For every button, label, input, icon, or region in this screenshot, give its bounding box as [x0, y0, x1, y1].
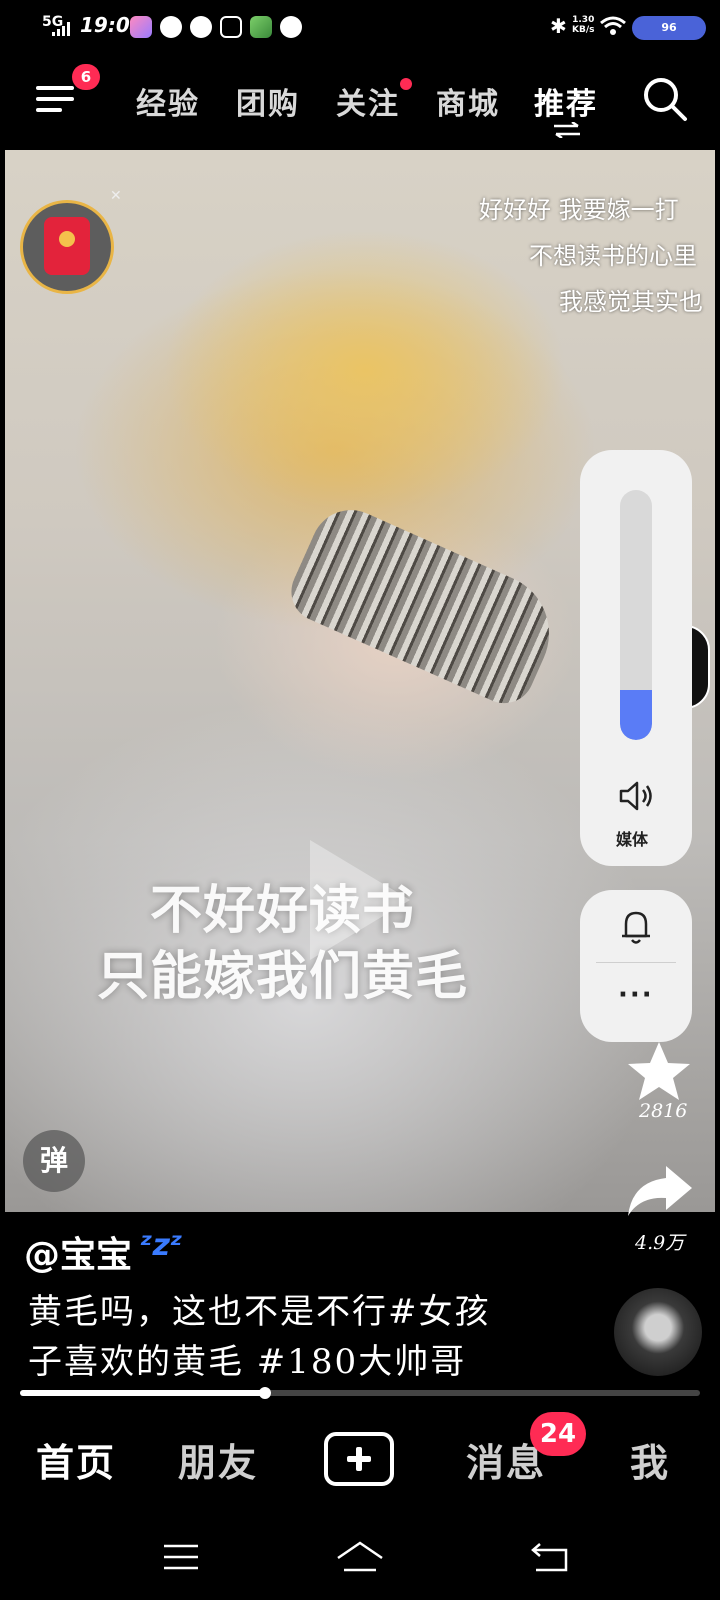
overlay-text-line: 我感觉其实也 [559, 288, 703, 316]
tab-mall[interactable]: 商城 [436, 79, 500, 123]
danmaku-toggle[interactable]: 弹 [23, 1130, 85, 1192]
signal-icon [52, 22, 70, 36]
video-progress-knob[interactable] [259, 1387, 271, 1399]
back-icon[interactable] [530, 1542, 570, 1572]
video-subject-visor [281, 497, 569, 713]
status-bar: 5G 19:04 ✱ 1.30 KB/s 96 [0, 0, 720, 56]
volume-slider-fill [620, 690, 652, 740]
close-icon[interactable]: ✕ [110, 188, 122, 204]
cat-app-icon [160, 16, 182, 38]
game-app-icon [250, 16, 272, 38]
nav-friends[interactable]: 朋友 [178, 1432, 258, 1487]
caption-line: 子喜欢的黄毛 #180大帅哥 [28, 1342, 467, 1382]
author-avatar[interactable] [614, 1288, 702, 1376]
top-nav: 6 经验 团购 关注 商城 推荐 [0, 56, 720, 148]
share-icon[interactable] [626, 1164, 694, 1218]
battery-indicator: 96 [632, 16, 706, 40]
divider [596, 962, 676, 963]
menu-icon [36, 86, 74, 112]
overlay-text-line: 好好好 我要嫁一打 [479, 196, 679, 224]
recent-apps-icon[interactable] [162, 1542, 200, 1572]
red-packet-widget[interactable] [20, 200, 114, 294]
nav-me[interactable]: 我 [630, 1432, 670, 1487]
plus-icon [347, 1447, 371, 1471]
tab-group-buy[interactable]: 团购 [236, 79, 300, 123]
menu-badge: 6 [72, 64, 100, 90]
messages-badge: 24 [530, 1412, 586, 1456]
volume-panel: 媒体 [580, 450, 692, 866]
menu-button[interactable] [36, 82, 76, 116]
following-dot [400, 78, 412, 90]
bell-icon[interactable] [620, 908, 652, 946]
favorite-count: 2816 [639, 1100, 688, 1122]
create-post-button[interactable] [324, 1432, 394, 1486]
app-notification-icon [130, 16, 152, 38]
link-app-icon [280, 16, 302, 38]
volume-slider[interactable] [620, 490, 652, 740]
nav-home[interactable]: 首页 [36, 1432, 116, 1487]
tab-recommend[interactable]: 推荐 [534, 79, 598, 123]
red-packet-icon [44, 217, 90, 275]
more-icon[interactable]: ··· [618, 980, 654, 1010]
author-emoji: ᶻzᶻ [140, 1228, 183, 1263]
search-button[interactable] [642, 76, 688, 122]
search-icon [644, 78, 687, 121]
author-name[interactable]: @宝宝 [24, 1226, 132, 1278]
play-icon[interactable] [310, 840, 410, 960]
home-icon[interactable] [336, 1540, 384, 1574]
speed-value: 1.30 [572, 15, 595, 25]
volume-label: 媒体 [616, 830, 649, 849]
switch-icon [554, 122, 580, 138]
caption-line: 黄毛吗，这也不是不行#女孩 [28, 1292, 491, 1332]
wifi-icon [600, 16, 626, 35]
tab-following[interactable]: 关注 [336, 79, 400, 123]
danmaku-label: 弹 [39, 1144, 68, 1177]
bluetooth-icon: ✱ [550, 14, 567, 38]
video-progress-fill [20, 1390, 265, 1396]
network-speed: 1.30 KB/s [572, 15, 594, 35]
cat-app-icon-2 [190, 16, 212, 38]
video-subtitle: 只能嫁我们黄毛 [97, 947, 469, 1007]
speed-unit: KB/s [572, 25, 595, 35]
tab-experience[interactable]: 经验 [136, 79, 200, 123]
speaker-icon[interactable] [618, 780, 654, 812]
share-count: 4.9万 [635, 1232, 685, 1254]
overlay-text-line: 不想读书的心里 [529, 242, 697, 270]
video-app-icon [220, 16, 242, 38]
video-progress-bar[interactable] [20, 1387, 700, 1399]
sound-mode-panel: ··· [580, 890, 692, 1042]
favorite-star-icon[interactable] [626, 1040, 692, 1102]
